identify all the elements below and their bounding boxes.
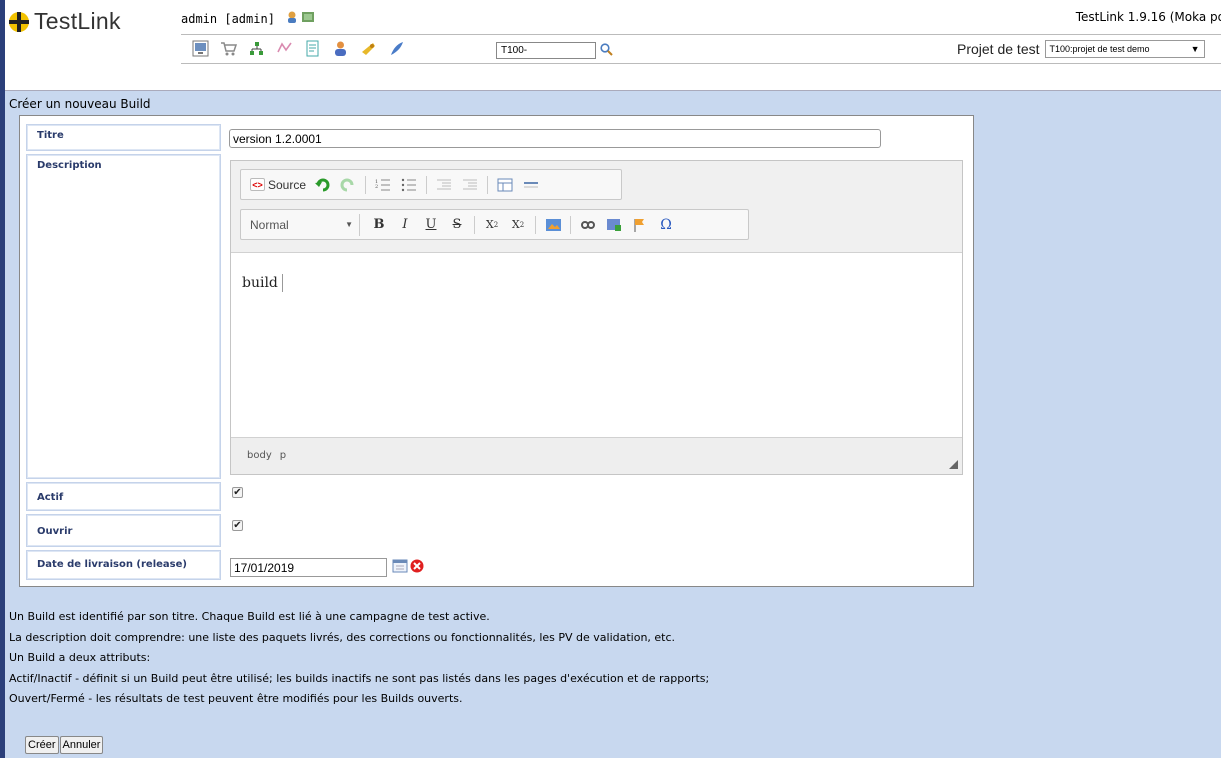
path-p[interactable]: p	[280, 450, 286, 461]
open-label: Ouvrir	[26, 514, 221, 547]
editor-content: build	[242, 275, 278, 291]
cancel-button[interactable]: Annuler	[59, 736, 104, 754]
testcase-search	[496, 42, 613, 59]
strike-button[interactable]: S	[447, 214, 467, 236]
outdent-icon[interactable]	[434, 174, 454, 196]
release-date-input[interactable]	[230, 558, 387, 577]
special-char-button[interactable]: Ω	[656, 214, 676, 236]
main-toolbar: Projet de test T100:projet de test demo …	[181, 34, 1221, 64]
toolbar-separator	[570, 215, 571, 234]
form-buttons: Créer Annuler	[25, 736, 104, 754]
editor-body[interactable]: build	[231, 253, 962, 437]
redo-icon[interactable]	[338, 174, 358, 196]
testlink-logo[interactable]: TestLink	[7, 8, 121, 35]
feather-icon[interactable]	[387, 39, 406, 58]
svg-text:2: 2	[375, 184, 378, 190]
numbered-list-icon[interactable]: 12	[373, 174, 393, 196]
page-title: Créer un nouveau Build	[9, 97, 151, 111]
path-body[interactable]: body	[247, 450, 272, 461]
help-line: Actif/Inactif - définit si un Build peut…	[9, 671, 710, 685]
superscript-label: X	[511, 218, 520, 231]
title-label: Titre	[26, 124, 221, 151]
embed-icon[interactable]	[604, 214, 624, 236]
help-line: Un Build est identifié par son titre. Ch…	[9, 610, 490, 623]
toolbar-separator	[535, 215, 536, 234]
table-icon[interactable]	[495, 174, 515, 196]
source-button[interactable]: <> Source	[250, 174, 306, 196]
user-icon[interactable]	[331, 39, 350, 58]
desktop-icon[interactable]	[191, 39, 210, 58]
logout-icon[interactable]	[301, 10, 315, 27]
format-combo[interactable]: Normal ▼	[250, 213, 360, 236]
calendar-icon[interactable]	[392, 559, 408, 576]
image-icon[interactable]	[543, 214, 563, 236]
help-line: La description doit comprendre: une list…	[9, 630, 676, 644]
version-label: TestLink 1.9.16 (Moka po	[1075, 10, 1221, 24]
tree-icon[interactable]	[247, 39, 266, 58]
app-name: TestLink	[34, 8, 121, 34]
requirements-icon[interactable]	[275, 39, 294, 58]
anchor-flag-icon[interactable]	[630, 214, 650, 236]
user-label: admin [admin]	[181, 11, 275, 26]
editor-status-bar: body p	[231, 437, 962, 474]
indent-icon[interactable]	[460, 174, 480, 196]
toolbar-separator	[474, 215, 475, 234]
cart-icon[interactable]	[219, 39, 238, 58]
chevron-down-icon: ▼	[345, 220, 353, 229]
subscript-label: X	[485, 218, 494, 231]
project-select[interactable]: T100:projet de test demo ▼	[1044, 40, 1205, 58]
project-select-value: T100:projet de test demo	[1049, 44, 1150, 54]
active-label: Actif	[26, 482, 221, 511]
title-input[interactable]	[229, 129, 881, 148]
open-checkbox[interactable]: ✔	[232, 520, 243, 531]
testcase-id-input[interactable]	[496, 42, 596, 59]
horizontal-rule-icon[interactable]	[521, 174, 541, 196]
format-combo-value: Normal	[250, 217, 289, 232]
text-caret	[281, 274, 283, 292]
user-info: admin [admin]	[181, 10, 315, 27]
bulleted-list-icon[interactable]	[399, 174, 419, 196]
project-selector: Projet de test T100:projet de test demo …	[957, 40, 1205, 58]
build-form: Titre Description <> Source	[19, 115, 974, 587]
project-label: Projet de test	[957, 41, 1040, 57]
rich-text-editor: <> Source 12 Normal ▼ B I U S X 2 X 2 Ω …	[230, 160, 963, 475]
link-icon[interactable]	[578, 214, 598, 236]
header: TestLink admin [admin] TestLink 1.9.16 (…	[5, 0, 1221, 90]
help-line: Ouvert/Fermé - les résultats de test peu…	[9, 692, 463, 705]
document-icon[interactable]	[303, 39, 322, 58]
source-label: Source	[268, 177, 307, 192]
help-text: Un Build est identifié par son titre. Ch…	[9, 607, 709, 710]
help-line: Un Build a deux attributs:	[9, 651, 151, 664]
source-icon: <>	[250, 178, 265, 191]
bell-icon[interactable]	[359, 39, 378, 58]
toolbar-separator	[487, 175, 489, 194]
description-label: Description	[26, 154, 221, 479]
italic-button[interactable]: I	[395, 214, 415, 236]
superscript-button[interactable]: X2	[508, 214, 528, 236]
logo-icon	[7, 10, 31, 34]
chevron-down-icon: ▼	[1190, 44, 1200, 54]
release-date-label: Date de livraison (release)	[26, 550, 221, 580]
user-settings-icon[interactable]	[285, 10, 299, 27]
search-icon[interactable]	[600, 42, 613, 59]
bold-button[interactable]: B	[369, 214, 389, 236]
create-button[interactable]: Créer	[25, 736, 59, 754]
undo-icon[interactable]	[312, 174, 332, 196]
subscript-button[interactable]: X2	[482, 214, 502, 236]
toolbar-separator	[365, 175, 367, 194]
resize-grip-icon[interactable]	[949, 460, 958, 469]
editor-toolbar: <> Source 12 Normal ▼ B I U S X 2 X 2 Ω	[231, 161, 962, 253]
toolbar-separator	[426, 175, 428, 194]
main-content: Créer un nouveau Build Titre Description…	[5, 90, 1221, 758]
underline-button[interactable]: U	[421, 214, 441, 236]
active-checkbox[interactable]: ✔	[232, 487, 243, 498]
clear-date-icon[interactable]	[410, 559, 424, 576]
